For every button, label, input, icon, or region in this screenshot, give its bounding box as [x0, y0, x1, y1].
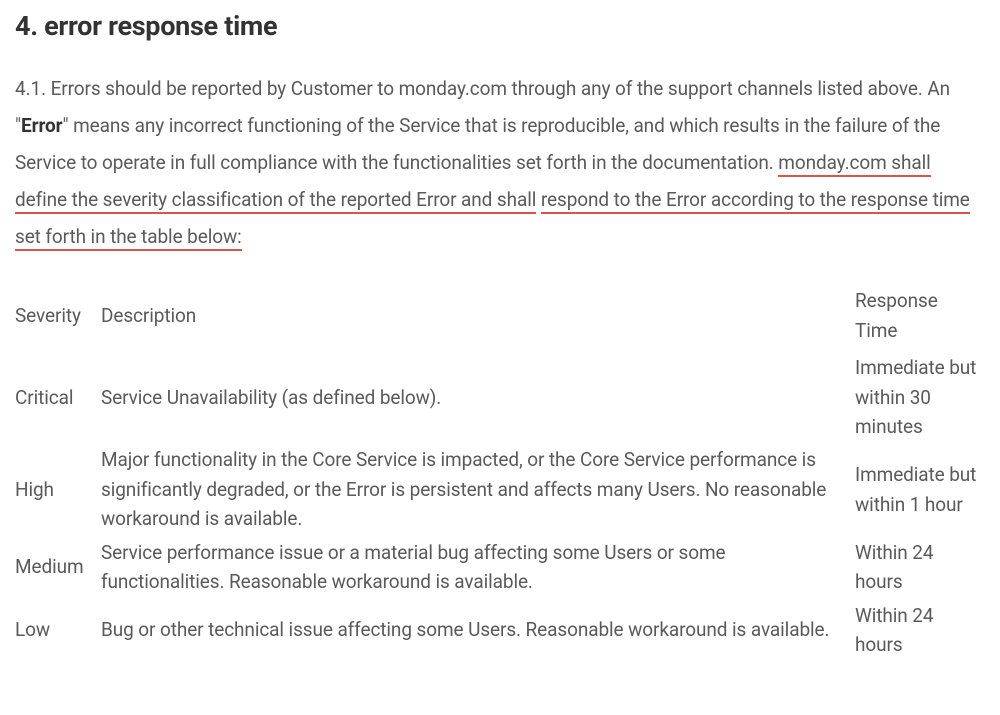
header-response: Response Time — [855, 280, 985, 351]
cell-description: Major functionality in the Core Service … — [101, 443, 855, 535]
cell-severity: Medium — [15, 536, 101, 599]
table-row: Critical Service Unavailability (as defi… — [15, 351, 985, 443]
cell-description: Service Unavailability (as defined below… — [101, 351, 855, 443]
table-header-row: Severity Description Response Time — [15, 280, 985, 351]
cell-response: Immediate but within 30 minutes — [855, 351, 985, 443]
cell-description: Service performance issue or a material … — [101, 536, 855, 599]
header-description: Description — [101, 280, 855, 351]
defined-term-error: Error — [21, 114, 63, 137]
severity-table: Severity Description Response Time Criti… — [15, 280, 985, 661]
cell-response: Immediate but within 1 hour — [855, 443, 985, 535]
cell-response: Within 24 hours — [855, 599, 985, 662]
section-paragraph: 4.1. Errors should be reported by Custom… — [15, 70, 985, 255]
table-row: Medium Service performance issue or a ma… — [15, 536, 985, 599]
section-heading: 4. error response time — [15, 10, 985, 42]
cell-severity: Low — [15, 599, 101, 662]
cell-response: Within 24 hours — [855, 536, 985, 599]
table-row: High Major functionality in the Core Ser… — [15, 443, 985, 535]
table-row: Low Bug or other technical issue affecti… — [15, 599, 985, 662]
header-severity: Severity — [15, 280, 101, 351]
cell-severity: Critical — [15, 351, 101, 443]
cell-description: Bug or other technical issue affecting s… — [101, 599, 855, 662]
cell-severity: High — [15, 443, 101, 535]
